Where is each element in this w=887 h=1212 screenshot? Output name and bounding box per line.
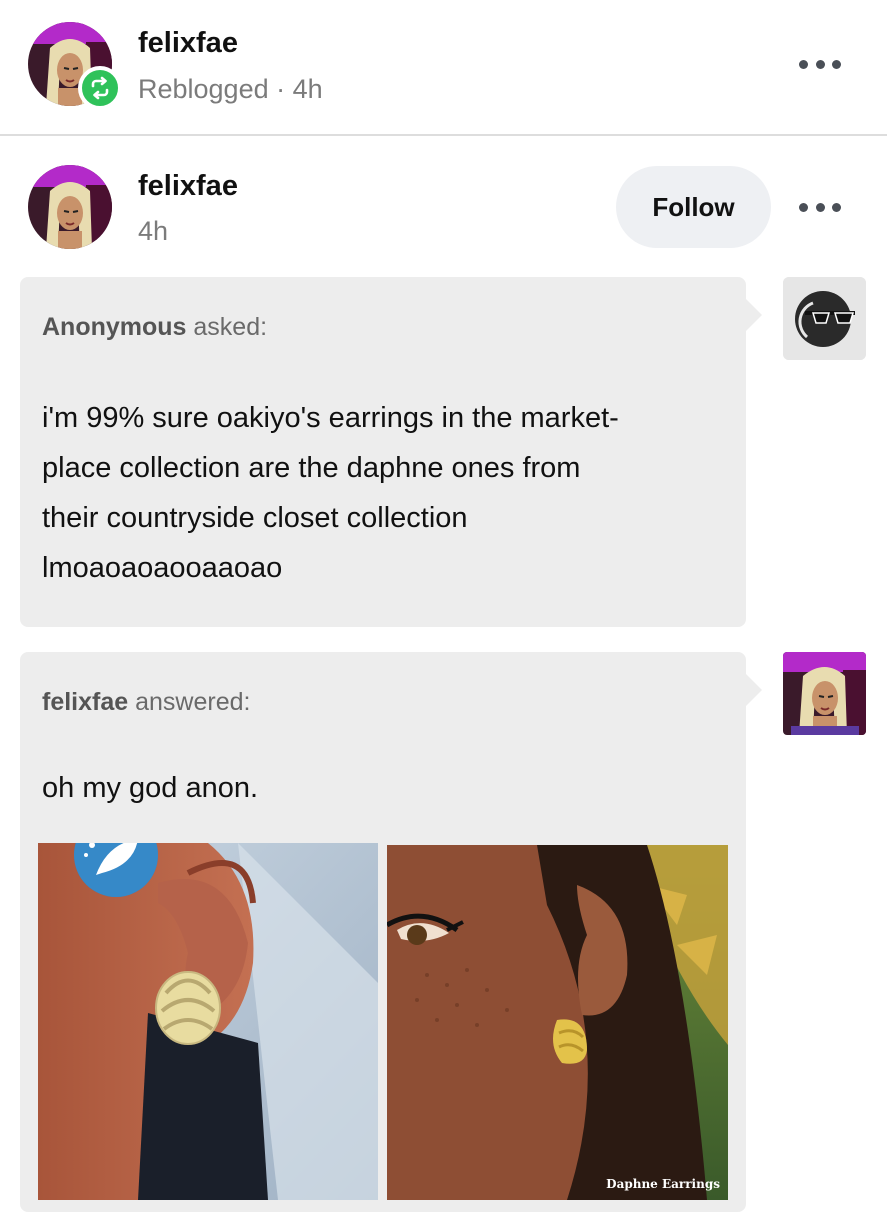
question-line: place collection are the daphne ones fro… [42, 452, 581, 484]
asker-name: Anonymous [42, 313, 187, 341]
reblog-time: 4h [292, 74, 323, 104]
ask-bubble: Anonymous asked: i'm 99% sure oakiyo's e… [20, 277, 762, 627]
post-time: 4h [138, 216, 169, 246]
reblog-status: Reblogged · 4h [138, 74, 323, 105]
ask-verb: asked: [193, 313, 268, 341]
post-author-username[interactable]: felixfae [138, 170, 238, 203]
earring-image-right[interactable]: Daphne Earrings [387, 845, 728, 1200]
anonymous-avatar [783, 277, 866, 360]
earring [155, 971, 221, 1045]
earring-image-left[interactable] [38, 843, 378, 1200]
follow-button[interactable]: Follow [616, 166, 771, 248]
bubble-tail [746, 299, 762, 331]
reblog-badge [78, 66, 122, 110]
reblog-header: felixfae Reblogged · 4h [0, 0, 887, 134]
answerer-name[interactable]: felixfae [42, 688, 128, 716]
question-text: i'm 99% sure oakiyo's earrings in the ma… [42, 393, 732, 593]
more-options-icon[interactable] [799, 200, 841, 214]
answer-text: oh my god anon. [42, 772, 259, 804]
question-line: i'm 99% sure oakiyo's earrings in the ma… [42, 402, 619, 434]
answer-verb: answered: [135, 688, 251, 716]
divider [0, 134, 887, 136]
question-line: lmoaoaoaooaaoao [42, 552, 283, 584]
bubble-tail [746, 674, 762, 706]
ask-header: Anonymous asked: [42, 313, 267, 342]
post-author-avatar[interactable] [28, 165, 112, 249]
reblogger-username[interactable]: felixfae [138, 27, 238, 60]
question-line: their countryside closet collection [42, 502, 468, 534]
image-caption: Daphne Earrings [606, 1177, 720, 1191]
more-options-icon[interactable] [799, 57, 841, 71]
separator: · [276, 74, 286, 104]
reblog-label: Reblogged [138, 74, 269, 104]
reblog-icon [91, 76, 109, 100]
answerer-avatar[interactable] [783, 652, 866, 735]
anonymous-sunglasses-icon [783, 277, 866, 360]
answer-header: felixfae answered: [42, 688, 250, 717]
